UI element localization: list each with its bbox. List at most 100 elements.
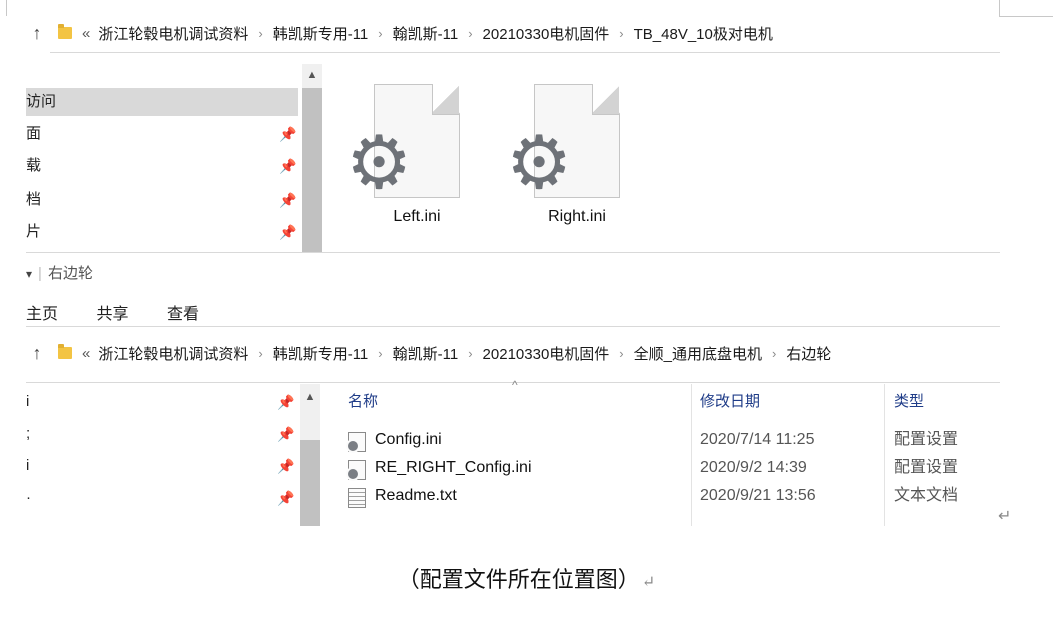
nav-item-pictures[interactable]: 片 📌 xyxy=(26,218,298,246)
window-title: 右边轮 xyxy=(47,265,93,282)
breadcrumb-item[interactable]: 翰凯斯-11 xyxy=(393,343,459,364)
divider xyxy=(26,326,1000,327)
nav-item-documents[interactable]: i 📌 xyxy=(26,450,296,482)
nav-scrollbar[interactable]: ▲ xyxy=(302,64,322,252)
breadcrumb-separator-icon[interactable]: › xyxy=(772,346,776,361)
file-item[interactable]: ⚙ Right.ini xyxy=(506,64,620,225)
file-name: Right.ini xyxy=(548,208,606,225)
page-fold-icon xyxy=(432,84,459,115)
up-arrow-icon[interactable]: ↑ xyxy=(26,343,48,364)
breadcrumb-item[interactable]: 韩凯斯专用-11 xyxy=(273,23,369,44)
window-title-bar: ▾ | 右边轮 xyxy=(26,262,93,283)
window-separator xyxy=(26,252,1000,253)
title-divider: | xyxy=(38,265,42,282)
overflow-chevron-icon[interactable]: « xyxy=(82,345,90,362)
settings-file-icon xyxy=(346,460,366,481)
scrollbar-thumb[interactable] xyxy=(302,88,322,252)
quick-access-dropdown-icon[interactable]: ▾ xyxy=(26,267,32,281)
nav-item-label: ; xyxy=(26,425,31,442)
nav-item-label: i xyxy=(26,393,30,410)
address-bar[interactable]: ↑ « 浙江轮毂电机调试资料 › 韩凯斯专用-11 › 翰凯斯-11 › 202… xyxy=(26,16,1000,50)
pin-icon[interactable]: 📌 xyxy=(278,152,298,180)
gear-icon: ⚙ xyxy=(346,121,413,204)
nav-item-label: i xyxy=(26,457,30,474)
nav-item-label: 档 xyxy=(26,191,42,208)
scroll-up-icon[interactable]: ▲ xyxy=(302,66,322,84)
paragraph-mark-icon: ↵ xyxy=(998,508,1012,525)
tab-share[interactable]: 共享 xyxy=(96,306,128,323)
file-name: RE_RIGHT_Config.ini xyxy=(375,459,532,476)
column-header-name[interactable]: 名称 xyxy=(348,390,378,411)
breadcrumb-item[interactable]: 浙江轮毂电机调试资料 xyxy=(98,343,248,364)
address-bar[interactable]: ↑ « 浙江轮毂电机调试资料 › 韩凯斯专用-11 › 翰凯斯-11 › 202… xyxy=(26,336,1000,370)
breadcrumb-item[interactable]: 20210330电机固件 xyxy=(483,23,610,44)
tab-view[interactable]: 查看 xyxy=(167,306,199,323)
scroll-up-icon[interactable]: ▲ xyxy=(300,388,320,406)
file-type: 配置设置 xyxy=(894,459,959,476)
nav-item-quick-access[interactable]: 访问 xyxy=(26,88,298,116)
caption-text: （配置文件所在位置图） xyxy=(397,568,640,593)
overflow-chevron-icon[interactable]: « xyxy=(82,25,90,42)
settings-file-icon xyxy=(346,432,366,453)
file-name: Config.ini xyxy=(375,431,442,448)
up-arrow-icon[interactable]: ↑ xyxy=(26,23,48,44)
folder-icon xyxy=(58,24,72,39)
breadcrumb-item[interactable]: 全顺_通用底盘电机 xyxy=(634,343,762,364)
breadcrumb-item[interactable]: TB_48V_10极对电机 xyxy=(634,23,773,44)
nav-item-documents[interactable]: 档 📌 xyxy=(26,186,298,214)
navigation-pane: 访问 面 📌 载 📌 档 📌 片 📌 ▲ xyxy=(26,62,322,252)
pin-icon[interactable]: 📌 xyxy=(278,120,298,148)
breadcrumb-item[interactable]: 20210330电机固件 xyxy=(483,343,610,364)
divider xyxy=(50,52,1000,53)
file-date: 2020/9/21 13:56 xyxy=(700,487,816,504)
breadcrumb-separator-icon[interactable]: › xyxy=(258,346,262,361)
page-corner-mark xyxy=(999,0,1053,17)
breadcrumb-separator-icon[interactable]: › xyxy=(619,346,623,361)
nav-item-label: 载 xyxy=(26,157,42,174)
pin-icon[interactable]: 📌 xyxy=(276,418,296,450)
gear-icon: ⚙ xyxy=(506,121,573,204)
paragraph-mark-icon: ↵ xyxy=(641,572,656,591)
file-date: 2020/9/2 14:39 xyxy=(700,459,807,476)
breadcrumb-item[interactable]: 右边轮 xyxy=(786,343,831,364)
nav-item-label: 访问 xyxy=(26,93,57,110)
breadcrumb-separator-icon[interactable]: › xyxy=(619,26,623,41)
breadcrumb-separator-icon[interactable]: › xyxy=(468,26,472,41)
file-type: 文本文档 xyxy=(894,487,959,504)
column-header-date[interactable]: 修改日期 xyxy=(700,390,760,411)
nav-item-label: 面 xyxy=(26,125,42,142)
text-file-icon xyxy=(348,488,366,508)
breadcrumb-item[interactable]: 翰凯斯-11 xyxy=(393,23,459,44)
breadcrumb-separator-icon[interactable]: › xyxy=(378,346,382,361)
nav-item-label: 片 xyxy=(26,223,42,240)
nav-scrollbar[interactable]: ▲ xyxy=(300,384,320,526)
pin-icon[interactable]: 📌 xyxy=(278,218,298,246)
column-header-type[interactable]: 类型 xyxy=(894,390,924,411)
breadcrumb-separator-icon[interactable]: › xyxy=(468,346,472,361)
pin-icon[interactable]: 📌 xyxy=(276,386,296,418)
page-fold-icon xyxy=(592,84,619,115)
breadcrumb-separator-icon[interactable]: › xyxy=(378,26,382,41)
page-corner-mark xyxy=(0,0,7,16)
pin-icon[interactable]: 📌 xyxy=(276,450,296,482)
nav-item-pictures[interactable]: · 📌 xyxy=(26,482,296,514)
breadcrumb-separator-icon[interactable]: › xyxy=(258,26,262,41)
file-row[interactable]: RE_RIGHT_Config.ini 2020/9/2 14:39 配置设置 xyxy=(346,454,998,482)
scrollbar-thumb[interactable] xyxy=(300,440,320,526)
pin-icon[interactable]: 📌 xyxy=(276,482,296,514)
nav-item-desktop[interactable]: i 📌 xyxy=(26,386,296,418)
nav-item-downloads[interactable]: 载 📌 xyxy=(26,152,298,180)
tab-home[interactable]: 主页 xyxy=(26,306,58,323)
file-row[interactable]: Config.ini 2020/7/14 11:25 配置设置 xyxy=(346,426,998,454)
file-item[interactable]: ⚙ Left.ini xyxy=(346,64,460,225)
breadcrumb-item[interactable]: 韩凯斯专用-11 xyxy=(273,343,369,364)
nav-item-label: · xyxy=(26,489,31,506)
file-date: 2020/7/14 11:25 xyxy=(700,431,815,448)
file-row[interactable]: Readme.txt 2020/9/21 13:56 文本文档 xyxy=(348,482,998,510)
breadcrumb-item[interactable]: 浙江轮毂电机调试资料 xyxy=(98,23,248,44)
nav-item-downloads[interactable]: ; 📌 xyxy=(26,418,296,450)
file-type: 配置设置 xyxy=(894,431,959,448)
nav-item-desktop[interactable]: 面 📌 xyxy=(26,120,298,148)
sort-ascending-icon: ^ xyxy=(512,378,518,392)
pin-icon[interactable]: 📌 xyxy=(278,186,298,214)
